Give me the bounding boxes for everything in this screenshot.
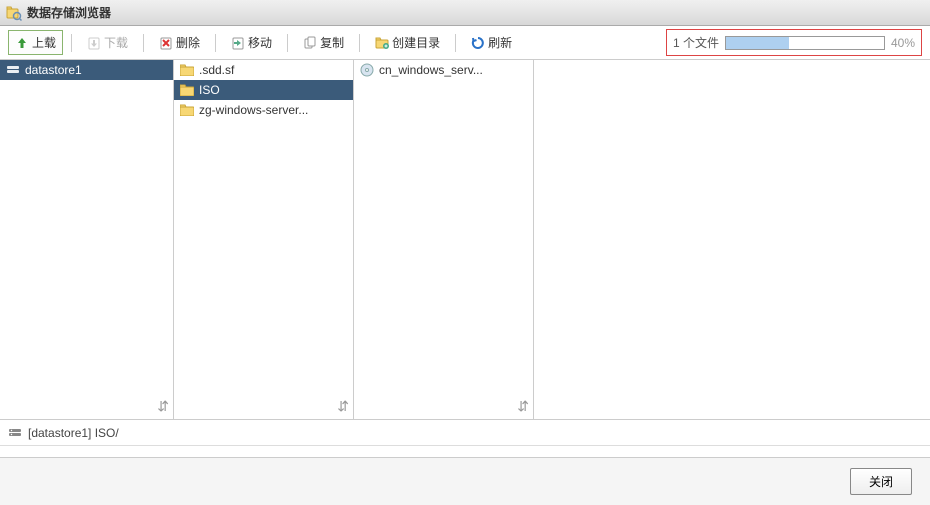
item-label: datastore1 (25, 63, 82, 77)
mkdir-button[interactable]: 创建目录 (368, 30, 447, 55)
copy-label: 复制 (320, 34, 344, 51)
separator (215, 34, 216, 52)
datastore-icon (8, 426, 22, 440)
column-folder: .sdd.sf ISO zg-windows-server... ⇵ (174, 60, 354, 419)
toolbar: 上载 下载 删除 移动 复制 创建目录 (0, 26, 930, 60)
column-datastore: datastore1 ⇵ (0, 60, 174, 419)
upload-label: 上载 (32, 34, 56, 51)
download-button: 下载 (80, 30, 135, 55)
move-button[interactable]: 移动 (224, 30, 279, 55)
item-icon (180, 104, 194, 116)
refresh-button[interactable]: 刷新 (464, 30, 519, 55)
progress-label: 1 个文件 (673, 34, 719, 51)
progress-percent: 40% (891, 36, 915, 50)
move-label: 移动 (248, 34, 272, 51)
item-label: .sdd.sf (199, 63, 234, 77)
progress-bar (725, 36, 885, 50)
upload-button[interactable]: 上载 (8, 30, 63, 55)
copy-button[interactable]: 复制 (296, 30, 351, 55)
item-icon (180, 84, 194, 96)
folder-add-icon (375, 36, 389, 50)
item-label: zg-windows-server... (199, 103, 308, 117)
item-icon (360, 63, 374, 77)
close-button[interactable]: 关闭 (850, 468, 912, 495)
browser-columns: datastore1 ⇵ .sdd.sf ISO zg-windows-server… (0, 60, 930, 420)
mkdir-label: 创建目录 (392, 34, 440, 51)
delete-label: 删除 (176, 34, 200, 51)
item-icon (180, 64, 194, 76)
move-icon (231, 36, 245, 50)
separator (143, 34, 144, 52)
list-item[interactable]: zg-windows-server... (174, 100, 353, 120)
resize-handle[interactable]: ⇵ (337, 398, 349, 415)
list-item[interactable]: .sdd.sf (174, 60, 353, 80)
list-item[interactable]: ISO (174, 80, 353, 100)
list-item[interactable]: datastore1 (0, 60, 173, 80)
item-icon (6, 63, 20, 77)
copy-icon (303, 36, 317, 50)
refresh-icon (471, 36, 485, 50)
item-label: cn_windows_serv... (379, 63, 483, 77)
current-path: [datastore1] ISO/ (28, 426, 119, 440)
separator (359, 34, 360, 52)
datastore-browser-icon (6, 5, 22, 21)
separator (71, 34, 72, 52)
resize-handle[interactable]: ⇵ (157, 398, 169, 415)
footer: 关闭 (0, 457, 930, 505)
path-bar: [datastore1] ISO/ (0, 420, 930, 446)
item-label: ISO (199, 83, 220, 97)
separator (287, 34, 288, 52)
list-item[interactable]: cn_windows_serv... (354, 60, 533, 80)
separator (455, 34, 456, 52)
column-file: cn_windows_serv... ⇵ (354, 60, 534, 419)
upload-progress: 1 个文件 40% (666, 29, 922, 56)
download-icon (87, 36, 101, 50)
delete-icon (159, 36, 173, 50)
column-preview (534, 60, 930, 419)
delete-button[interactable]: 删除 (152, 30, 207, 55)
resize-handle[interactable]: ⇵ (517, 398, 529, 415)
title-bar: 数据存储浏览器 (0, 0, 930, 26)
upload-icon (15, 36, 29, 50)
progress-fill (726, 37, 789, 49)
refresh-label: 刷新 (488, 34, 512, 51)
download-label: 下载 (104, 34, 128, 51)
window-title: 数据存储浏览器 (27, 4, 111, 21)
